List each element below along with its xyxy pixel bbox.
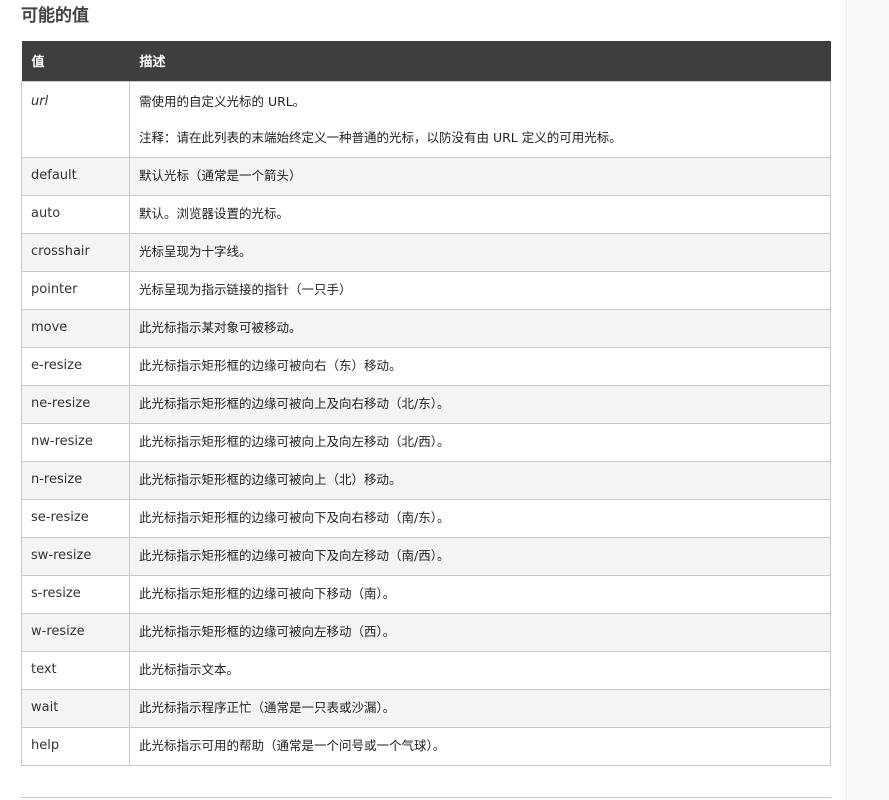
table-header-row: 值 描述	[21, 41, 831, 81]
cell-description: 此光标指示矩形框的边缘可被向上（北）移动。	[129, 460, 831, 500]
cell-value: w-resize	[21, 612, 130, 652]
table-row: wait 此光标指示程序正忙（通常是一只表或沙漏）。	[21, 688, 831, 728]
main-content: 可能的值 值 描述 url 需使用的自定义光标的 URL。 注释：请在此列表的末…	[0, 0, 846, 800]
cell-description: 此光标指示可用的帮助（通常是一个问号或一个气球）。	[129, 726, 831, 766]
table-row: se-resize 此光标指示矩形框的边缘可被向下及向右移动（南/东）。	[21, 498, 831, 538]
cell-description: 此光标指示矩形框的边缘可被向下及向左移动（南/西）。	[129, 536, 831, 576]
value-url: url	[31, 93, 49, 109]
table-row: help 此光标指示可用的帮助（通常是一个问号或一个气球）。	[21, 726, 831, 766]
cell-value: url	[21, 80, 130, 158]
cell-value: pointer	[21, 270, 130, 310]
cell-description: 此光标指示程序正忙（通常是一只表或沙漏）。	[129, 688, 831, 728]
cell-description: 默认。浏览器设置的光标。	[129, 194, 831, 234]
table-row: w-resize 此光标指示矩形框的边缘可被向左移动（西）。	[21, 612, 831, 652]
bottom-divider	[21, 797, 831, 798]
table-row: s-resize 此光标指示矩形框的边缘可被向下移动（南）。	[21, 574, 831, 614]
table-row: default 默认光标（通常是一个箭头）	[21, 156, 831, 196]
header-value: 值	[21, 41, 130, 81]
cell-value: text	[21, 650, 130, 690]
table-row: sw-resize 此光标指示矩形框的边缘可被向下及向左移动（南/西）。	[21, 536, 831, 576]
cell-value: default	[21, 156, 130, 196]
cell-value: crosshair	[21, 232, 130, 272]
cell-description: 需使用的自定义光标的 URL。 注释：请在此列表的末端始终定义一种普通的光标，以…	[129, 80, 831, 158]
table-row: text 此光标指示文本。	[21, 650, 831, 690]
cell-description: 此光标指示矩形框的边缘可被向上及向左移动（北/西）。	[129, 422, 831, 462]
table-row: n-resize 此光标指示矩形框的边缘可被向上（北）移动。	[21, 460, 831, 500]
description-url: 需使用的自定义光标的 URL。	[139, 93, 306, 109]
section-title: 可能的值	[21, 6, 89, 26]
cell-description: 此光标指示矩形框的边缘可被向下及向右移动（南/东）。	[129, 498, 831, 538]
table-row: move 此光标指示某对象可被移动。	[21, 308, 831, 348]
table-row: ne-resize 此光标指示矩形框的边缘可被向上及向右移动（北/东）。	[21, 384, 831, 424]
table-row: crosshair 光标呈现为十字线。	[21, 232, 831, 272]
cell-value: wait	[21, 688, 130, 728]
cell-description: 此光标指示矩形框的边缘可被向右（东）移动。	[129, 346, 831, 386]
cell-value: help	[21, 726, 130, 766]
cell-description: 此光标指示文本。	[129, 650, 831, 690]
header-description: 描述	[129, 41, 831, 81]
table-row: auto 默认。浏览器设置的光标。	[21, 194, 831, 234]
table-row: pointer 光标呈现为指示链接的指针（一只手）	[21, 270, 831, 310]
right-side-panel	[846, 0, 889, 800]
cell-value: auto	[21, 194, 130, 234]
cell-description: 光标呈现为指示链接的指针（一只手）	[129, 270, 831, 310]
table-row: e-resize 此光标指示矩形框的边缘可被向右（东）移动。	[21, 346, 831, 386]
cell-description: 此光标指示矩形框的边缘可被向下移动（南）。	[129, 574, 831, 614]
cursor-values-table: 值 描述 url 需使用的自定义光标的 URL。 注释：请在此列表的末端始终定义…	[21, 41, 831, 766]
cell-value: se-resize	[21, 498, 130, 538]
cell-value: e-resize	[21, 346, 130, 386]
cell-description: 此光标指示矩形框的边缘可被向上及向右移动（北/东）。	[129, 384, 831, 424]
cell-value: ne-resize	[21, 384, 130, 424]
table-row: nw-resize 此光标指示矩形框的边缘可被向上及向左移动（北/西）。	[21, 422, 831, 462]
cell-description: 默认光标（通常是一个箭头）	[129, 156, 831, 196]
cell-value: move	[21, 308, 130, 348]
description-url-note: 注释：请在此列表的末端始终定义一种普通的光标，以防没有由 URL 定义的可用光标…	[139, 129, 622, 145]
cell-value: s-resize	[21, 574, 130, 614]
cell-description: 光标呈现为十字线。	[129, 232, 831, 272]
cell-description: 此光标指示某对象可被移动。	[129, 308, 831, 348]
cell-value: nw-resize	[21, 422, 130, 462]
cell-value: n-resize	[21, 460, 130, 500]
table-row-url: url 需使用的自定义光标的 URL。 注释：请在此列表的末端始终定义一种普通的…	[21, 80, 831, 158]
cell-description: 此光标指示矩形框的边缘可被向左移动（西）。	[129, 612, 831, 652]
cell-value: sw-resize	[21, 536, 130, 576]
